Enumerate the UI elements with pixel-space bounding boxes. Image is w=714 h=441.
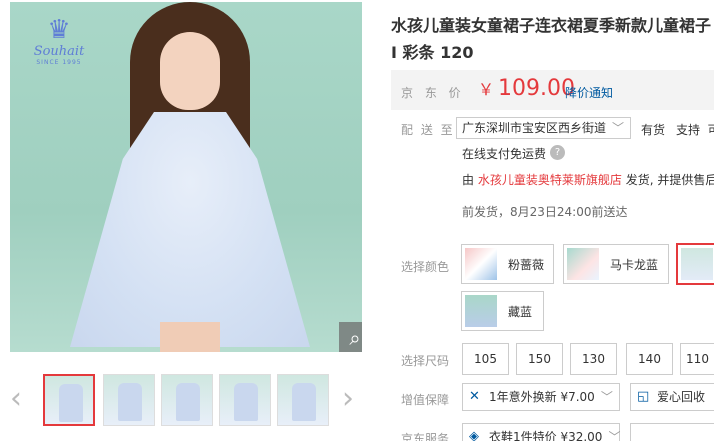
delivery-label: 配 送 至: [401, 123, 455, 137]
warranty-label: 增值保障: [401, 393, 450, 407]
jd-service-label: 京东服务: [401, 432, 450, 441]
support-text: 支持 可: [676, 123, 714, 137]
size-option[interactable]: 150: [516, 343, 563, 375]
color-option-label: 马卡龙蓝: [610, 258, 659, 272]
free-shipping-text: 在线支付免运费: [462, 147, 547, 161]
price-box: 京 东 价 ￥ 109.00 降价通知: [391, 70, 714, 110]
color-option[interactable]: 藏蓝: [461, 291, 544, 331]
warranty-option-label: 爱心回收: [657, 390, 706, 404]
jd-service-option[interactable]: ◈ 衣鞋1件特价 ¥32.00 ﹀: [462, 423, 620, 441]
color-swatch: [465, 248, 497, 280]
crown-icon: ♛: [47, 15, 71, 45]
jd-service-option-label: 衣鞋1件特价 ¥32.00: [489, 430, 603, 441]
price-number: 109.00: [498, 76, 575, 101]
wrench-icon: ✕: [469, 389, 480, 404]
price-label: 京 东 价: [401, 86, 465, 100]
delivery-address-select[interactable]: 广东深圳市宝安区西乡街道 ﹀: [456, 117, 631, 139]
size-option[interactable]: 105: [462, 343, 509, 375]
thumbnail[interactable]: [161, 374, 213, 426]
thumbnail[interactable]: [219, 374, 271, 426]
color-option-label: 粉蔷薇: [508, 258, 545, 272]
size-option[interactable]: 110: [680, 343, 714, 375]
shop-line: 由 水孩儿童装奥特莱斯旗舰店 发货, 并提供售后: [462, 173, 714, 187]
image-dress: [70, 112, 310, 347]
price-notify-link[interactable]: 降价通知: [565, 84, 613, 101]
size-label: 选择尺码: [401, 354, 450, 368]
thumbnail[interactable]: [103, 374, 155, 426]
warranty-option[interactable]: ✕ 1年意外换新 ¥7.00 ﹀: [462, 383, 620, 411]
shield-icon: ◈: [469, 429, 479, 441]
brand-logo-text: Souhait: [33, 44, 85, 59]
recycle-icon: ◱: [637, 389, 650, 404]
brand-logo-since: SINCE 1995: [36, 59, 82, 66]
ship-date: 前发货，8月23日24:00前送达: [462, 205, 628, 219]
shop-link[interactable]: 水孩儿童装奥特莱斯旗舰店: [478, 173, 622, 187]
help-icon[interactable]: ?: [550, 145, 565, 160]
color-swatch: [567, 248, 599, 280]
main-product-image: ♛ Souhait SINCE 1995 ⌕: [10, 2, 362, 352]
color-label: 选择颜色: [401, 260, 450, 274]
size-option[interactable]: 130: [570, 343, 617, 375]
size-option[interactable]: 140: [626, 343, 673, 375]
chevron-down-icon: ﹀: [611, 121, 624, 135]
thumbnail[interactable]: [277, 374, 329, 426]
zoom-icon[interactable]: ⌕: [339, 322, 362, 352]
currency-symbol: ￥: [478, 80, 495, 99]
image-face: [160, 32, 220, 110]
color-swatch: [681, 248, 713, 280]
thumbnail-strip: ‹ ›: [10, 374, 362, 428]
image-legs: [160, 322, 220, 352]
warranty-option[interactable]: ◱ 爱心回收: [630, 383, 714, 411]
stock-status: 有货: [641, 123, 666, 137]
warranty-option-label: 1年意外换新 ¥7.00: [489, 390, 595, 404]
thumbnail[interactable]: [43, 374, 95, 426]
delivery-address: 广东深圳市宝安区西乡街道: [462, 121, 607, 135]
brand-logo: ♛ Souhait SINCE 1995: [24, 16, 94, 71]
jd-service-option[interactable]: [630, 423, 714, 441]
color-swatch: [465, 295, 497, 327]
color-option[interactable]: 马卡龙蓝: [563, 244, 669, 284]
color-option[interactable]: [676, 243, 714, 285]
price-value: ￥ 109.00: [478, 76, 575, 101]
thumb-next-icon[interactable]: ›: [342, 384, 354, 414]
color-option[interactable]: 粉蔷薇: [461, 244, 554, 284]
chevron-down-icon: ﹀: [608, 430, 621, 441]
color-option-label: 藏蓝: [508, 305, 533, 319]
thumb-prev-icon[interactable]: ‹: [10, 384, 22, 414]
product-title: 水孩儿童装女童裙子连衣裙夏季新款儿童裙子I 彩条 120: [391, 16, 712, 62]
chevron-down-icon: ﹀: [600, 390, 613, 404]
